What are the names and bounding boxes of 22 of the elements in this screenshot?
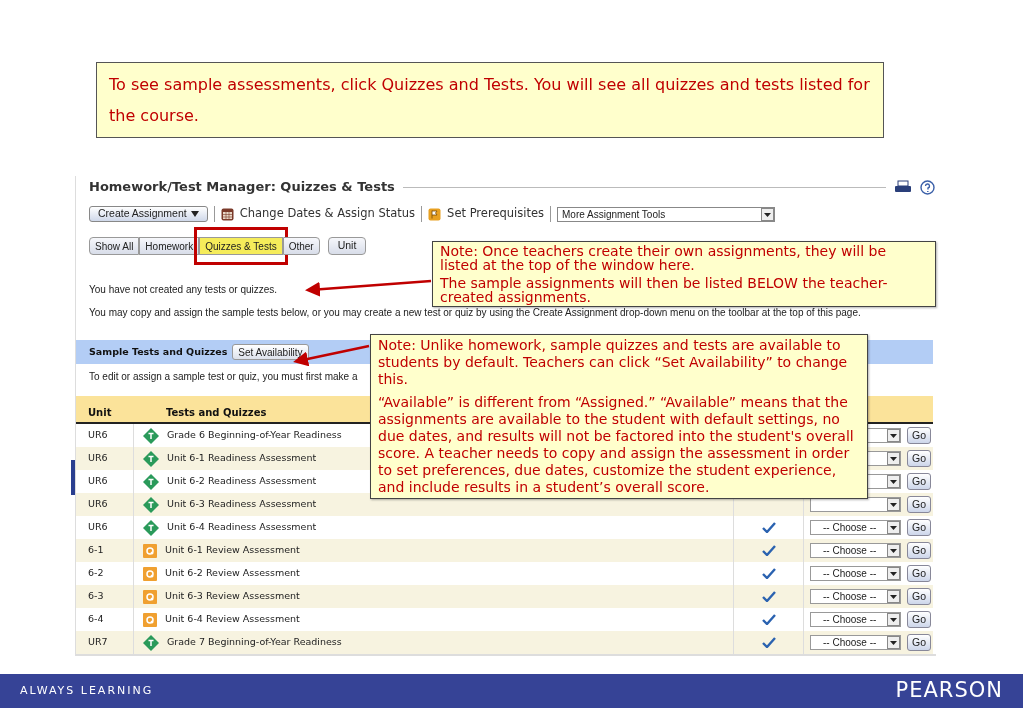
note-tooltip: Note: Unlike homework, sample quizzes and tests are available to students by default. Teachers can click “Set Availability” to change this. “Available” is different from “Assigned.” “Available” means that the assignments are available to the student with default settings, no due dates, and results will not be factored into the student's overall score. A teacher needs to copy and assign the assessment in order to set preferences, due dates, customize the student experience, and include results in a student’s overall score.: [370, 334, 868, 499]
column-header: Unit: [87, 406, 113, 420]
info-text: To edit or assign a sample test or quiz, you must first make a: [89, 370, 358, 384]
test-title: Grade 7 Beginning-of-Year Readiness: [167, 635, 342, 650]
column-header: Tests and Quizzes: [165, 406, 267, 420]
test-title: Unit 6-4 Readiness Assessment: [167, 520, 317, 535]
test-title: Unit 6-2 Review Assessment: [165, 566, 300, 581]
test-title: Unit 6-3 Review Assessment: [165, 589, 300, 604]
test-title: Unit 6-3 Readiness Assessment: [167, 497, 317, 512]
info-text: You may copy and assign the sample tests below, or you may create a new test or quiz by using the Create Assignment drop-down menu on the toolbar at the top of this page.: [89, 306, 861, 320]
caption-box: To see sample assessments, click Quizzes and Tests. You will see all quizzes and tests listed for the course.: [96, 62, 884, 138]
test-title: Unit 6-4 Review Assessment: [165, 612, 300, 627]
test-title: Unit 6-1 Review Assessment: [165, 543, 300, 558]
page-title: Homework/Test Manager: Quizzes & Tests: [89, 178, 395, 197]
footer-brand: PEARSON: [895, 677, 1003, 705]
info-text: You have not created any tests or quizzes.: [89, 283, 278, 297]
test-title: Grade 6 Beginning-of-Year Readiness: [167, 428, 342, 443]
test-title: Unit 6-2 Readiness Assessment: [167, 474, 317, 489]
test-title: Unit 6-1 Readiness Assessment: [167, 451, 317, 466]
note-tooltip: Note: Once teachers create their own assignments, they will be listed at the top of the window here. The sample assignments will then be listed BELOW the teacher-created assignments.: [432, 241, 936, 307]
footer-tagline: ALWAYS LEARNING: [20, 682, 154, 699]
section-title: Sample Tests and Quizzes: [89, 344, 228, 359]
